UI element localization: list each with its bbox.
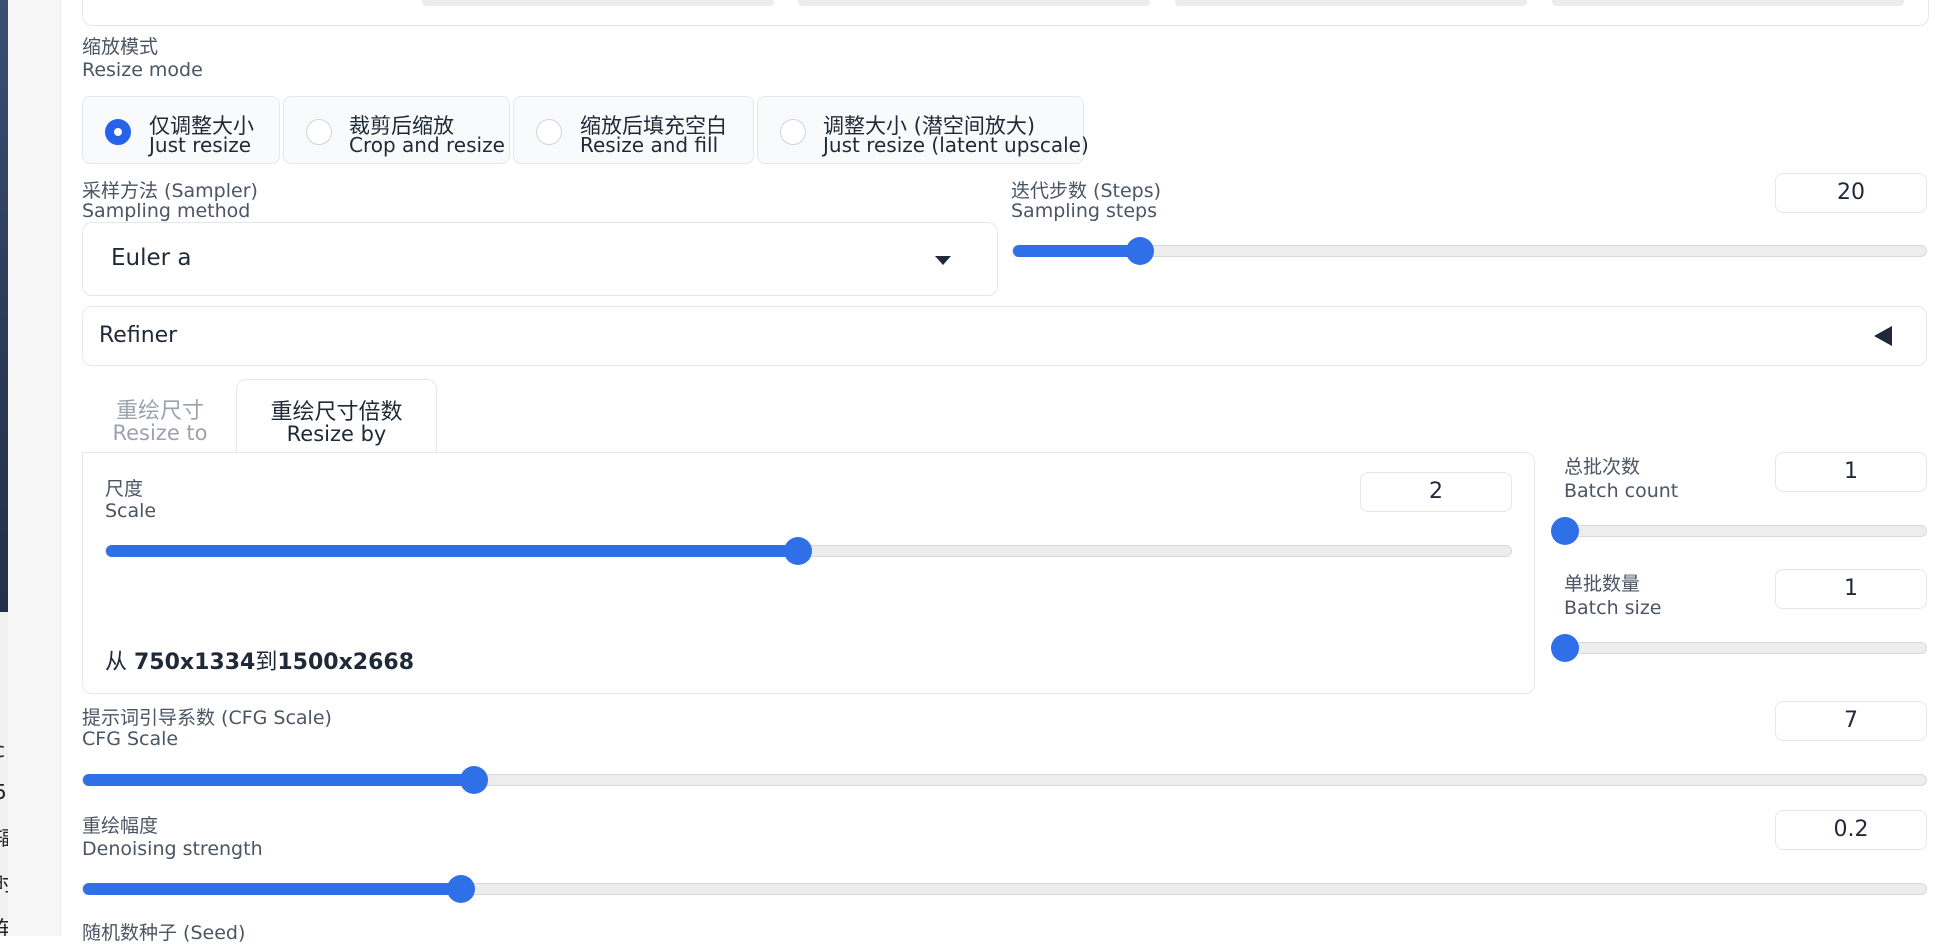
denoise-input[interactable]: 0.2 — [1775, 810, 1927, 850]
dims-to: 1500x2668 — [277, 650, 415, 675]
denoise-label-en: Denoising strength — [82, 838, 263, 860]
chevron-down-icon — [935, 256, 951, 265]
batch-count-slider[interactable] — [1551, 517, 1927, 545]
denoise-slider-fill — [83, 883, 461, 895]
batch-size-input[interactable]: 1 — [1775, 569, 1927, 609]
desktop-background — [0, 0, 8, 612]
batch-count-label-en: Batch count — [1564, 480, 1679, 502]
scale-slider-fill — [106, 545, 799, 557]
dims-prefix: 从 — [105, 650, 134, 675]
scale-label-cn: 尺度 — [105, 478, 144, 500]
cfg-slider[interactable] — [82, 766, 1927, 794]
resize-dimensions-text: 从 750x1334到1500x2668 — [105, 644, 414, 676]
steps-slider[interactable] — [1012, 237, 1927, 265]
steps-label-cn: 迭代步数 (Steps) — [1011, 180, 1162, 202]
denoise-label-cn: 重绘幅度 — [82, 815, 159, 837]
resize-mode-label-en: Resize mode — [82, 59, 203, 81]
left-window-strip: c 5 辐 时 车 — [0, 612, 8, 936]
refiner-accordion[interactable]: Refiner — [82, 306, 1927, 366]
dims-mid: 到 — [255, 650, 278, 675]
sampler-label-en: Sampling method — [82, 200, 251, 222]
denoise-slider-thumb[interactable] — [446, 875, 475, 903]
strip-char: 辐 — [0, 822, 8, 851]
cfg-label-en: CFG Scale — [82, 728, 179, 750]
batch-count-slider-thumb[interactable] — [1551, 517, 1579, 545]
top-field[interactable] — [1552, 0, 1904, 6]
top-field[interactable] — [798, 0, 1150, 6]
batch-size-label-en: Batch size — [1564, 597, 1662, 619]
refiner-label: Refiner — [99, 323, 178, 348]
steps-slider-fill — [1013, 245, 1141, 257]
scale-input[interactable]: 2 — [1360, 472, 1512, 512]
cfg-slider-fill — [83, 774, 475, 786]
left-gutter — [8, 0, 61, 936]
batch-size-slider-thumb[interactable] — [1551, 634, 1579, 662]
radio-label-en: Just resize — [149, 133, 252, 157]
tab-resize-by[interactable]: 重绘尺寸倍数 Resize by — [236, 379, 437, 453]
radio-resize-and-fill[interactable]: 缩放后填充空白 Resize and fill — [513, 96, 754, 164]
radio-selected-icon — [105, 119, 131, 145]
tab-label-en: Resize to — [112, 421, 208, 445]
radio-unselected-icon — [780, 119, 806, 145]
radio-label-en: Resize and fill — [580, 133, 719, 157]
strip-char: 5 — [0, 780, 7, 804]
denoise-slider[interactable] — [82, 875, 1927, 903]
batch-size-label-cn: 单批数量 — [1564, 573, 1641, 595]
steps-label-en: Sampling steps — [1011, 200, 1157, 222]
cfg-slider-thumb[interactable] — [460, 766, 489, 794]
sampler-value: Euler a — [111, 245, 192, 271]
steps-slider-thumb[interactable] — [1126, 237, 1155, 265]
top-field[interactable] — [1175, 0, 1527, 6]
cfg-input[interactable]: 7 — [1775, 701, 1927, 741]
cfg-label-cn: 提示词引导系数 (CFG Scale) — [82, 707, 332, 729]
dims-from: 750x1334 — [134, 650, 256, 675]
strip-char: c — [0, 738, 5, 762]
scale-label-en: Scale — [105, 500, 157, 522]
collapse-arrow-icon — [1874, 326, 1892, 346]
batch-count-input[interactable]: 1 — [1775, 452, 1927, 492]
radio-just-resize[interactable]: 仅调整大小 Just resize — [82, 96, 280, 164]
tab-label-en: Resize by — [286, 422, 387, 446]
scale-slider[interactable] — [105, 537, 1512, 565]
radio-label-en: Just resize (latent upscale) — [823, 133, 1089, 157]
batch-size-slider[interactable] — [1551, 634, 1927, 662]
resize-mode-label-cn: 缩放模式 — [82, 36, 159, 58]
top-field[interactable] — [422, 0, 774, 6]
strip-char: 时 — [0, 868, 8, 897]
radio-unselected-icon — [306, 119, 332, 145]
tab-resize-to[interactable]: 重绘尺寸 Resize to — [95, 379, 225, 453]
strip-char: 车 — [0, 912, 8, 936]
sampler-label-cn: 采样方法 (Sampler) — [82, 180, 258, 202]
seed-label-cn: 随机数种子 (Seed) — [82, 922, 246, 944]
sampler-dropdown[interactable]: Euler a — [82, 222, 998, 296]
radio-latent-upscale[interactable]: 调整大小 (潜空间放大) Just resize (latent upscale… — [757, 96, 1089, 164]
radio-crop-and-resize[interactable]: 裁剪后缩放 Crop and resize — [283, 96, 510, 164]
radio-unselected-icon — [536, 119, 562, 145]
batch-count-label-cn: 总批次数 — [1564, 456, 1641, 478]
steps-input[interactable]: 20 — [1775, 173, 1927, 213]
radio-label-en: Crop and resize — [349, 133, 505, 157]
